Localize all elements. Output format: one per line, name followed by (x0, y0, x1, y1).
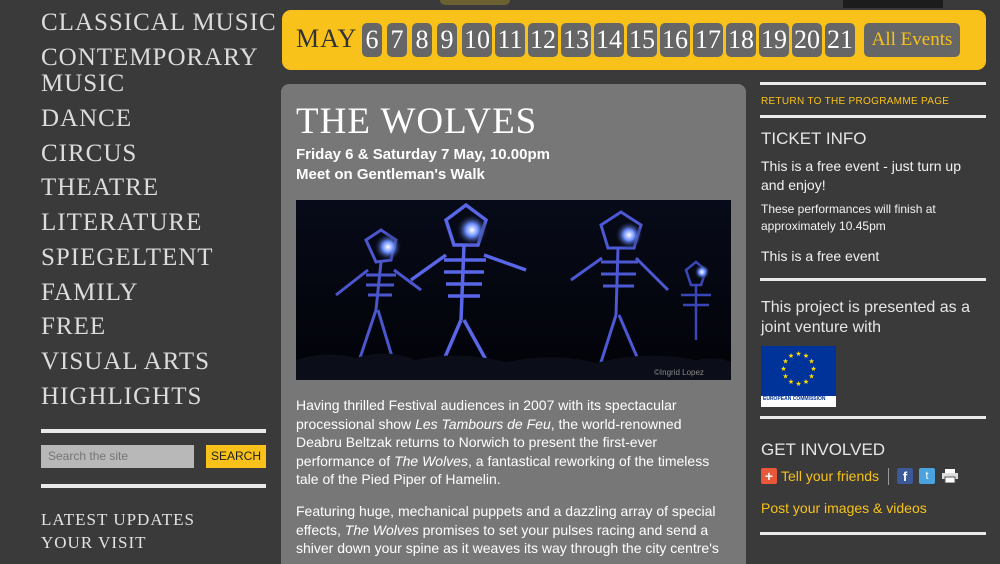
svg-text:★: ★ (788, 352, 794, 360)
photo-credit: ©Ingrid Lopez (654, 368, 704, 377)
header-decoration (440, 0, 510, 5)
date-14[interactable]: 14 (594, 23, 624, 57)
share-plus-icon[interactable]: + (761, 468, 777, 484)
nav-spiegeltent[interactable]: SPIEGELTENT (41, 245, 214, 271)
nav-family[interactable]: FAMILY (41, 280, 138, 306)
ticket-free-text: This is a free event - just turn up and … (761, 158, 961, 193)
date-19[interactable]: 19 (759, 23, 789, 57)
svg-text:★: ★ (795, 350, 801, 358)
rule (760, 532, 986, 535)
para1-title-name: The Wolves (394, 452, 468, 469)
sidebar-divider (41, 484, 266, 488)
event-panel: THE WOLVES Friday 6 & Saturday 7 May, 10… (281, 84, 746, 564)
twitter-icon[interactable]: t (919, 468, 935, 484)
post-images-videos-link[interactable]: Post your images & videos (761, 499, 989, 518)
svg-text:★: ★ (803, 378, 809, 386)
date-bar: MAY 6 7 8 9 10 11 12 13 14 15 16 17 18 1… (282, 10, 986, 70)
left-sidebar: CLASSICAL MUSIC CONTEMPORARY MUSIC DANCE… (0, 0, 280, 553)
nav-contemporary-line2: MUSIC (41, 70, 126, 97)
printer-glyph (942, 469, 958, 484)
wolves-puppets-image: ©Ingrid Lopez (296, 200, 731, 380)
nav-latest-updates[interactable]: LATEST UPDATES (41, 510, 195, 530)
nav-classical-music[interactable]: CLASSICAL MUSIC (41, 10, 277, 36)
date-18[interactable]: 18 (726, 23, 756, 57)
event-dates: Friday 6 & Saturday 7 May, 10.00pm (296, 146, 550, 163)
svg-text:★: ★ (795, 380, 801, 388)
search-input[interactable] (41, 445, 194, 468)
svg-text:★: ★ (788, 378, 794, 386)
date-7[interactable]: 7 (387, 23, 407, 57)
date-11[interactable]: 11 (495, 23, 525, 57)
date-8[interactable]: 8 (412, 23, 432, 57)
date-15[interactable]: 15 (627, 23, 657, 57)
date-21[interactable]: 21 (825, 23, 855, 57)
nav-contemporary-line1: CONTEMPORARY (41, 44, 259, 71)
finish-time-note: These performances will finish at approx… (761, 202, 936, 233)
separator (888, 468, 889, 485)
eu-caption-text: EUROPEAN COMMISSION (763, 396, 826, 402)
nav-your-visit[interactable]: YOUR VISIT (41, 533, 147, 553)
free-event-text: This is a free event (761, 248, 880, 264)
eu-caption: EUROPEAN COMMISSION (761, 396, 836, 407)
date-13[interactable]: 13 (561, 23, 591, 57)
event-description-2: Featuring huge, mechanical puppets and a… (296, 502, 728, 558)
svg-text:★: ★ (808, 373, 814, 381)
joint-venture-text: This project is presented as a joint ven… (761, 299, 970, 336)
nav-free[interactable]: FREE (41, 314, 106, 340)
header-decoration (843, 0, 943, 8)
svg-text:★: ★ (780, 365, 786, 373)
svg-text:★: ★ (782, 373, 788, 381)
nav-contemporary-music[interactable]: CONTEMPORARY MUSIC (41, 45, 259, 97)
all-events-button[interactable]: All Events (864, 23, 960, 57)
para2-title-name: The Wolves (344, 521, 419, 538)
month-label: MAY (296, 24, 358, 53)
print-icon[interactable] (941, 469, 959, 484)
get-involved-heading: GET INVOLVED (761, 440, 886, 459)
facebook-icon[interactable]: f (897, 468, 913, 484)
date-9[interactable]: 9 (437, 23, 457, 57)
nav-theatre[interactable]: THEATRE (41, 175, 159, 201)
nav-circus[interactable]: CIRCUS (41, 141, 137, 167)
rule (760, 82, 986, 85)
date-20[interactable]: 20 (792, 23, 822, 57)
para1-show-name: Les Tambours de Feu (415, 415, 551, 432)
return-to-programme-link[interactable]: RETURN TO THE PROGRAMME PAGE (761, 96, 949, 107)
rule (760, 115, 986, 118)
nav-visual-arts[interactable]: VISUAL ARTS (41, 349, 210, 375)
event-location: Meet on Gentleman's Walk (296, 166, 485, 183)
rule (760, 278, 986, 281)
tell-your-friends-link[interactable]: Tell your friends (781, 467, 901, 486)
date-12[interactable]: 12 (528, 23, 558, 57)
eu-stars-icon: ★ ★ ★ ★ ★ ★ ★ ★ ★ ★ ★ ★ (780, 350, 816, 388)
date-17[interactable]: 17 (693, 23, 723, 57)
nav-highlights[interactable]: HIGHLIGHTS (41, 384, 202, 410)
sidebar-divider (41, 429, 266, 433)
event-photo: ©Ingrid Lopez (296, 200, 731, 380)
event-title: THE WOLVES (296, 101, 538, 142)
date-10[interactable]: 10 (462, 23, 492, 57)
rule (760, 416, 986, 419)
nav-literature[interactable]: LITERATURE (41, 210, 202, 236)
ticket-info-heading: TICKET INFO (761, 129, 867, 148)
nav-dance[interactable]: DANCE (41, 106, 132, 132)
search-button[interactable]: SEARCH (206, 445, 266, 468)
event-description-1: Having thrilled Festival audiences in 20… (296, 396, 728, 489)
date-6[interactable]: 6 (362, 23, 382, 57)
date-16[interactable]: 16 (660, 23, 690, 57)
